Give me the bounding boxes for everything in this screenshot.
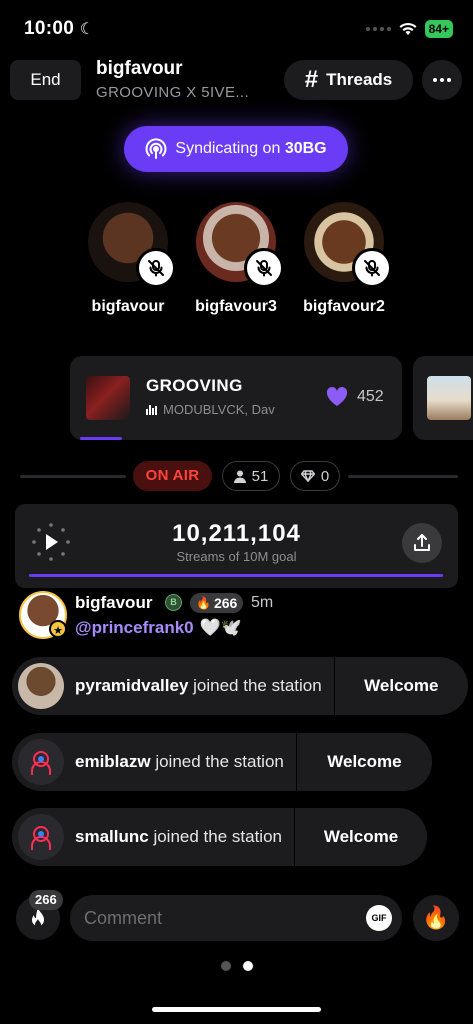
moon-icon: ☾ (79, 21, 95, 38)
ellipsis-icon (433, 78, 437, 82)
gif-button[interactable]: GIF (366, 905, 392, 931)
fire-icon (32, 908, 44, 928)
signal-icon (365, 27, 391, 31)
divider (348, 475, 458, 478)
speaker-name: bigfavour2 (303, 298, 385, 315)
status-time: 10:00 ☾ (24, 18, 95, 39)
syndicating-prefix: Syndicating on (175, 140, 281, 157)
battery-icon: 84+ (424, 20, 453, 38)
station-subtitle: GROOVING X 5IVE... (96, 84, 250, 101)
host-name: bigfavour (96, 58, 183, 79)
fire-icon: 🔥 (196, 596, 211, 610)
page-dot-active[interactable] (243, 961, 253, 971)
mic-muted-icon (352, 248, 392, 288)
divider (20, 475, 126, 478)
album-art (427, 376, 471, 420)
status-indicators: 84+ (365, 20, 453, 38)
join-row: smallunc joined the station Welcome (12, 808, 427, 866)
fire-emoji-icon: 🔥 (422, 905, 450, 930)
speaker-card[interactable]: bigfavour2 (289, 202, 399, 316)
diamond-icon (300, 470, 315, 482)
welcome-button[interactable]: Welcome (295, 733, 432, 791)
hashtag-icon: # (304, 66, 319, 93)
join-row: pyramidvalley joined the station Welcome (12, 657, 468, 715)
equalizer-icon (146, 404, 157, 415)
join-row: emiblazw joined the station Welcome (12, 733, 432, 791)
wifi-icon (399, 22, 417, 35)
mic-muted-icon (244, 248, 284, 288)
coin-icon: B (165, 594, 182, 611)
threads-label: Threads (326, 70, 393, 89)
person-icon (233, 470, 246, 483)
listener-count-pill[interactable]: 51 (222, 461, 280, 491)
join-message: emiblazw joined the station (75, 752, 284, 771)
more-options-button[interactable] (422, 60, 462, 100)
avatar (88, 202, 176, 288)
avatar[interactable] (18, 739, 64, 785)
gem-count-pill[interactable]: 0 (290, 461, 340, 491)
message-time: 5m (251, 594, 274, 611)
heart-icon[interactable] (326, 387, 348, 407)
fire-count-badge: 266 (29, 890, 63, 910)
album-art (86, 376, 130, 420)
broadcast-icon (145, 138, 167, 159)
avatar[interactable] (18, 663, 64, 709)
on-air-badge: ON AIR (133, 461, 212, 491)
star-icon: ★ (49, 620, 67, 638)
streams-progress-bar (29, 574, 443, 577)
default-avatar-icon (31, 751, 51, 775)
next-track-card[interactable] (413, 356, 473, 440)
syndicating-button[interactable]: Syndicating on 30BG (124, 126, 348, 172)
end-button[interactable]: End (10, 60, 81, 100)
threads-button[interactable]: # Threads (284, 60, 413, 100)
streams-card: 10,211,104 Streams of 10M goal (15, 504, 458, 588)
home-indicator[interactable] (152, 1007, 321, 1012)
now-playing-card[interactable]: GROOVING MODUBLVCK, Dav 452 (70, 356, 402, 440)
mention-link[interactable]: @princefrank0 (75, 618, 194, 638)
share-button[interactable] (402, 523, 442, 563)
join-message: pyramidvalley joined the station (75, 676, 322, 695)
speaker-card[interactable]: bigfavour (73, 202, 183, 316)
speaker-card[interactable]: bigfavour3 (181, 202, 291, 316)
track-title: GROOVING (146, 376, 243, 395)
message-text: @princefrank0 🤍🕊️ (75, 618, 242, 638)
mic-muted-icon (136, 248, 176, 288)
syndicating-target: 30BG (284, 140, 327, 157)
join-message: smallunc joined the station (75, 827, 282, 846)
message-emojis: 🤍🕊️ (199, 618, 242, 637)
message-username[interactable]: bigfavour (75, 593, 152, 613)
fire-badge: 🔥 266 (190, 593, 244, 613)
avatar (196, 202, 284, 288)
speaker-name: bigfavour (91, 298, 165, 315)
avatar[interactable] (18, 814, 64, 860)
welcome-button[interactable]: Welcome (293, 808, 427, 866)
track-progress-bar (80, 437, 122, 440)
like-count: 452 (357, 388, 384, 405)
page-dot[interactable] (221, 961, 231, 971)
streams-goal-label: Streams of 10M goal (176, 549, 297, 564)
avatar (304, 202, 392, 288)
default-avatar-icon (31, 826, 51, 850)
speaker-name: bigfavour3 (195, 298, 277, 315)
comment-input[interactable] (70, 895, 402, 941)
welcome-button[interactable]: Welcome (333, 657, 468, 715)
streams-count: 10,211,104 (172, 520, 301, 547)
fire-reaction-button[interactable]: 🔥 (413, 895, 459, 941)
track-artist: MODUBLVCK, Dav (146, 402, 306, 417)
share-icon (414, 534, 430, 551)
